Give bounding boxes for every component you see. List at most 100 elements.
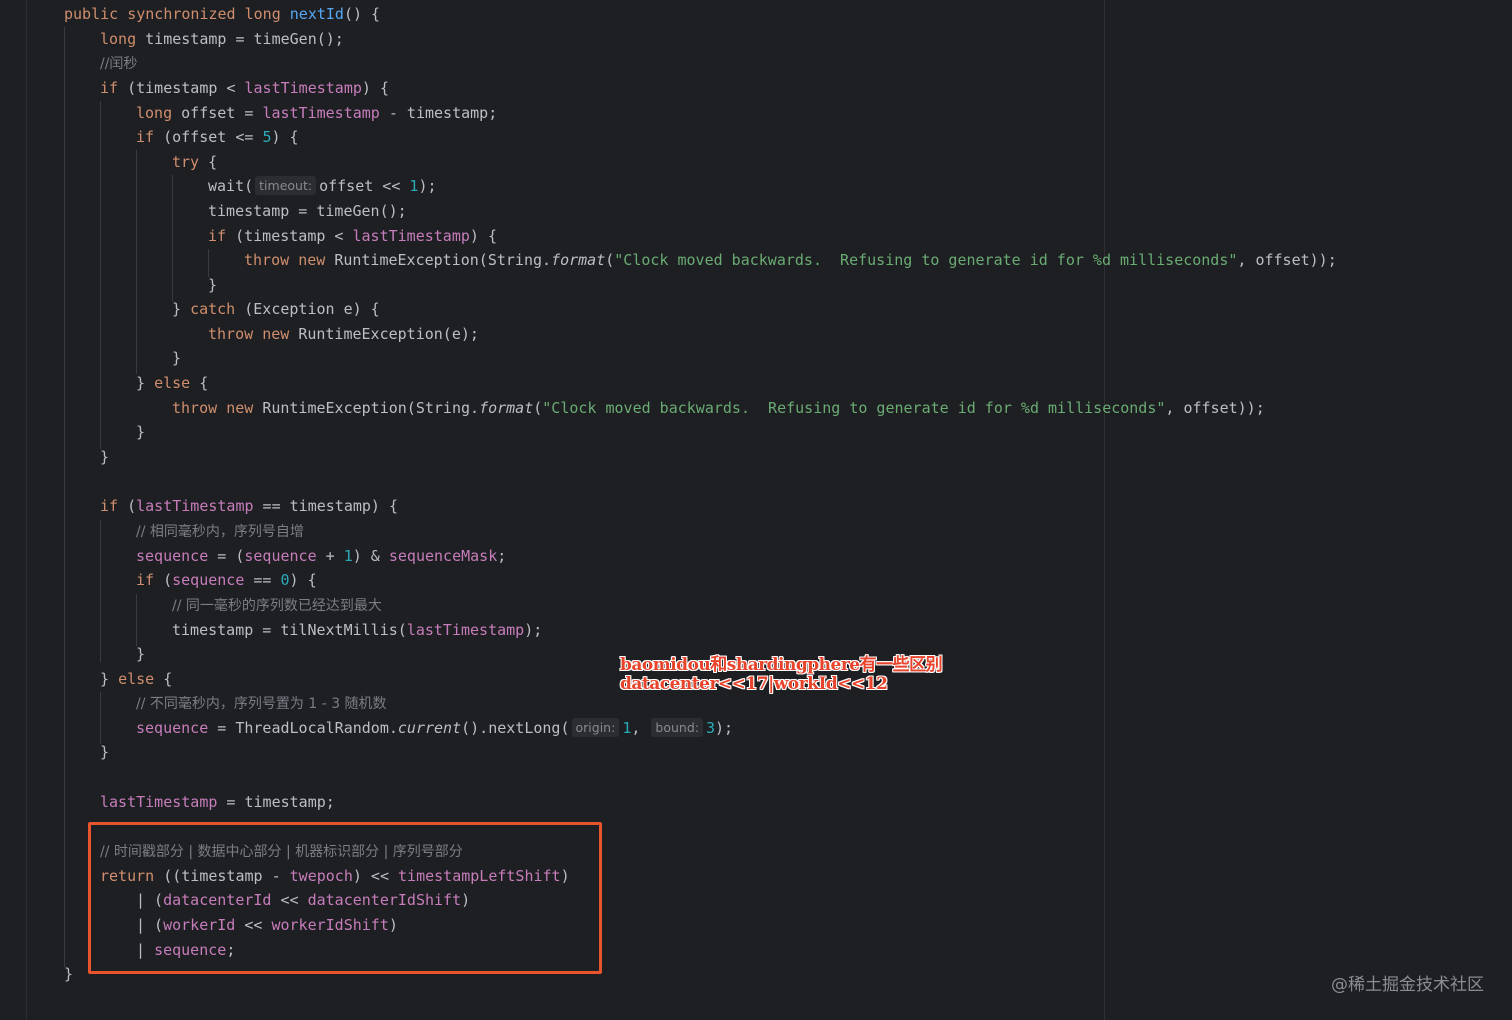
comment-text: // 不同毫秒内，序列号置为 1 - 3 随机数 <box>136 696 387 712</box>
code-line[interactable]: if (offset <= 5) { <box>136 125 299 150</box>
code-token: wait( <box>208 177 254 195</box>
method-modifiers: public synchronized long <box>64 5 290 23</box>
keyword: if <box>100 79 119 97</box>
code-line-signature[interactable]: public synchronized long nextId() { <box>64 2 380 27</box>
code-line[interactable]: if (timestamp < lastTimestamp) { <box>100 76 389 101</box>
code-line[interactable]: sequence = ThreadLocalRandom.current().n… <box>136 716 733 741</box>
code-line[interactable]: throw new RuntimeException(e); <box>208 322 479 347</box>
code-line[interactable]: throw new RuntimeException(String.format… <box>244 248 1337 273</box>
code-line[interactable]: try { <box>172 150 217 175</box>
code-line[interactable]: } <box>136 420 145 445</box>
comment-text: //闰秒 <box>100 56 138 72</box>
gutter-divider <box>26 0 27 1020</box>
code-comment[interactable]: // 同一毫秒的序列数已经达到最大 <box>172 593 382 618</box>
code-token: RuntimeException(String. <box>262 399 480 417</box>
keyword: new <box>262 325 290 343</box>
code-token: ); <box>524 621 543 639</box>
static-method: format <box>479 399 534 417</box>
annotation-line: datacenter<<17|workId<<12 <box>620 674 888 694</box>
right-margin-guide <box>1104 0 1105 1020</box>
keyword: else <box>118 670 155 688</box>
field-ref: lastTimestamp <box>262 104 380 122</box>
code-line[interactable]: if (sequence == 0) { <box>136 568 317 593</box>
annotation-line: baomidou和shardingphere有一些区别 <box>620 655 943 675</box>
code-token: == <box>244 571 281 589</box>
code-line[interactable]: } else { <box>100 667 172 692</box>
code-token: , offset)); <box>1165 399 1265 417</box>
number-literal: 0 <box>280 571 290 589</box>
code-token: offset = <box>181 104 263 122</box>
field-ref: lastTimestamp <box>136 497 254 515</box>
code-token: timestamp = timeGen(); <box>208 202 407 220</box>
code-token: } <box>172 300 191 318</box>
code-token: (timestamp < <box>127 79 245 97</box>
code-token: ().nextLong( <box>461 719 570 737</box>
code-token: , offset)); <box>1237 251 1337 269</box>
keyword: throw <box>208 325 254 343</box>
code-line[interactable]: long timestamp = timeGen(); <box>100 27 344 52</box>
code-line[interactable]: wait(timeout: offset << 1); <box>208 174 437 199</box>
code-line[interactable]: } <box>208 273 217 298</box>
indent-guide <box>64 27 65 967</box>
number-literal: 1 <box>343 547 353 565</box>
code-token: = timestamp; <box>217 793 335 811</box>
field-ref: lastTimestamp <box>406 621 525 639</box>
code-line[interactable]: } <box>172 346 181 371</box>
field-ref: sequence <box>136 547 209 565</box>
string-literal: "Clock moved backwards. Refusing to gene… <box>614 251 1238 269</box>
code-token: - timestamp; <box>379 104 498 122</box>
keyword: if <box>136 128 155 146</box>
code-comment[interactable]: // 不同毫秒内，序列号置为 1 - 3 随机数 <box>136 691 387 716</box>
code-line[interactable]: } <box>100 740 109 765</box>
static-method: format <box>551 251 606 269</box>
code-token: == timestamp) { <box>253 497 399 515</box>
code-line[interactable]: } <box>136 642 145 667</box>
code-token: ) { <box>289 571 317 589</box>
code-line[interactable]: if (timestamp < lastTimestamp) { <box>208 224 497 249</box>
keyword: new <box>226 399 254 417</box>
watermark: @稀土掘金技术社区 <box>1331 975 1484 995</box>
code-line[interactable]: timestamp = tilNextMillis(lastTimestamp)… <box>172 618 542 643</box>
code-token: ) { <box>271 128 299 146</box>
field-ref: lastTimestamp <box>244 79 362 97</box>
brace: } <box>100 743 110 761</box>
code-token: { <box>199 153 218 171</box>
parameter-hint: timeout: <box>255 176 317 195</box>
code-token: timestamp = timeGen(); <box>145 30 344 48</box>
brace: } <box>136 423 146 441</box>
comment-text: // 相同毫秒内，序列号自增 <box>136 524 304 540</box>
code-token: ); <box>418 177 437 195</box>
code-line[interactable]: } catch (Exception e) { <box>172 297 380 322</box>
method-name: nextId <box>289 5 344 23</box>
code-line[interactable]: throw new RuntimeException(String.format… <box>172 396 1265 421</box>
brace: } <box>136 645 146 663</box>
annotation-note: baomidou和shardingphere有一些区别 datacenter<<… <box>620 655 943 694</box>
code-line[interactable]: } <box>64 962 73 987</box>
code-token: ); <box>715 719 734 737</box>
parameter-hint: origin: <box>571 718 620 737</box>
indent-guide <box>136 594 137 646</box>
code-token: (timestamp < <box>235 227 353 245</box>
parameter-hint: bound: <box>651 718 703 737</box>
code-token: RuntimeException(e); <box>298 325 479 343</box>
field-ref: lastTimestamp <box>100 793 218 811</box>
code-token: { <box>190 374 209 392</box>
code-line[interactable]: timestamp = timeGen(); <box>208 199 407 224</box>
code-editor[interactable]: public synchronized long nextId() { long… <box>0 0 1512 1020</box>
code-line[interactable]: if (lastTimestamp == timestamp) { <box>100 494 398 519</box>
code-line[interactable]: long offset = lastTimestamp - timestamp; <box>136 101 497 126</box>
brace: } <box>172 349 182 367</box>
code-token: (Exception e) { <box>235 300 380 318</box>
code-comment[interactable]: //闰秒 <box>100 51 137 76</box>
code-comment[interactable]: // 相同毫秒内，序列号自增 <box>136 519 304 544</box>
code-line[interactable]: } else { <box>136 371 208 396</box>
code-line[interactable]: sequence = (sequence + 1) & sequenceMask… <box>136 544 506 569</box>
code-line[interactable]: } <box>100 445 109 470</box>
code-line[interactable]: lastTimestamp = timestamp; <box>100 790 335 815</box>
keyword: throw <box>244 251 290 269</box>
keyword: else <box>154 374 191 392</box>
highlight-box <box>88 822 602 974</box>
indent-guide <box>100 520 101 662</box>
comment-text: // 同一毫秒的序列数已经达到最大 <box>172 598 382 614</box>
string-literal: "Clock moved backwards. Refusing to gene… <box>542 399 1166 417</box>
